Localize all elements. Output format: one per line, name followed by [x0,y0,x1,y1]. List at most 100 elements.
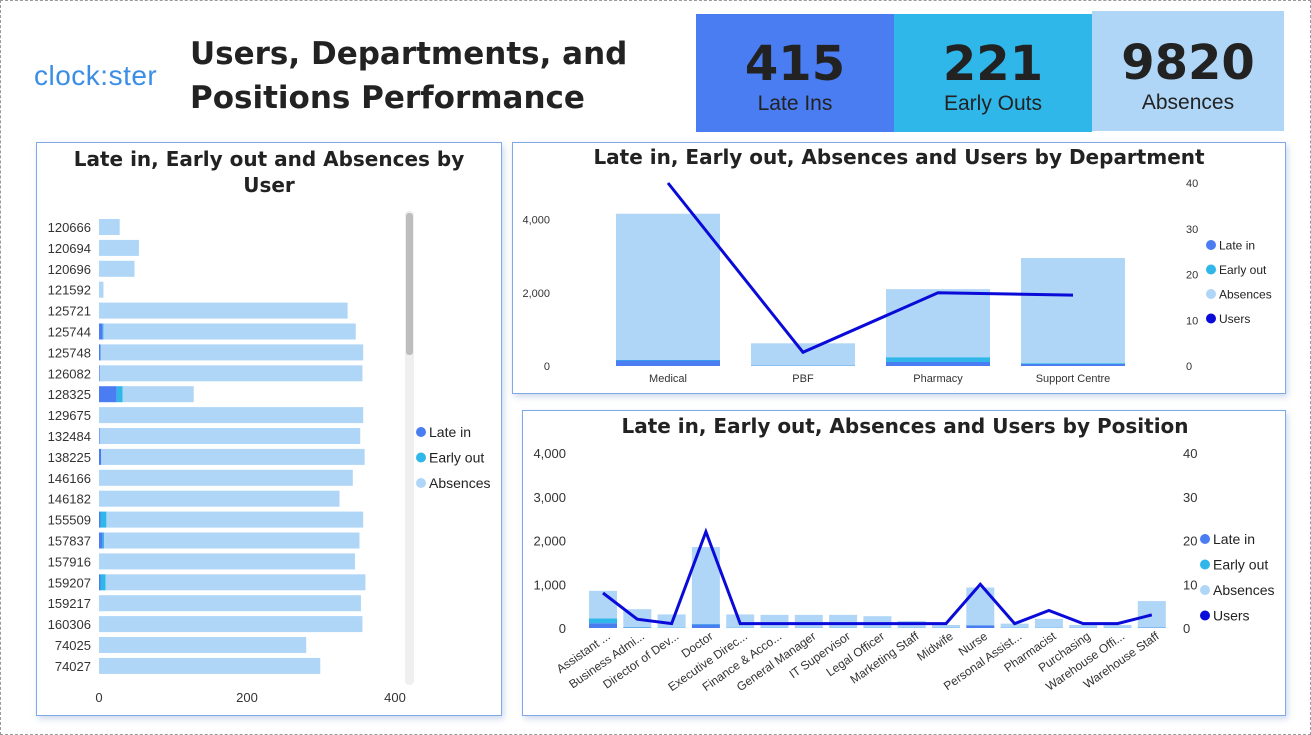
position-y2-tick-label: 20 [1183,534,1197,549]
user-bar-absences [99,239,139,256]
user-chart-scrollbar-thumb[interactable] [406,213,413,355]
department-bar-early-out [1021,363,1125,364]
page-title-line2: Positions Performance [190,80,585,116]
user-category-label: 120694 [48,241,91,256]
legend-label-absences: Absences [1213,582,1274,598]
user-bar-absences [122,386,194,403]
legend-marker-late_in [1200,534,1210,544]
kpi-absences-label: Absences [1141,91,1235,114]
legend-marker-late_in [416,427,426,437]
user-bar-absences [99,407,364,424]
user-x-tick-label: 400 [384,690,406,705]
position-y-tick-label: 4,000 [533,446,566,461]
user-bar-absences [99,260,135,277]
department-category-label: Pharmacy [913,373,963,385]
position-bar-late-in [691,624,720,628]
user-bar-late-in [99,365,100,382]
position-users-line [602,527,1153,626]
user-x-tick-label: 200 [236,690,258,705]
legend-marker-users [1206,313,1216,324]
legend-label-absences: Absences [429,475,490,491]
user-bar-late-in [99,511,101,528]
user-bar-late-in [99,386,117,403]
kpi-early-outs-label: Early Outs [943,92,1043,115]
department-category-label: PBF [792,373,814,385]
legend-label-late_in: Late in [429,424,471,440]
position-category-label: Midwife [914,629,956,664]
position-bar-absences [863,616,892,628]
user-bar-absences [99,595,361,612]
position-bar-absences [932,624,960,628]
user-bar-absences [99,219,120,235]
page-title-line1: Users, Departments, and [190,36,628,72]
department-bar-late-in [886,361,990,366]
user-category-label: 121592 [48,283,91,298]
department-chart-svg: Late in, Early out, Absences and Users b… [522,145,1272,385]
position-bar-absences [1034,618,1063,628]
position-bar-late-in [589,623,617,628]
legend-label-early_out: Early out [1213,557,1268,573]
user-bar-absences [99,616,363,633]
department-bar-absences [886,289,990,358]
user-bar-early-out [100,511,107,528]
user-category-label: 120696 [48,262,91,277]
department-chart-panel: Late in, Early out, Absences and Users b… [512,142,1286,394]
department-bar-late-in [1021,363,1125,366]
position-bar-absences [760,614,789,628]
user-bar-absences [103,323,356,340]
user-category-label: 125748 [48,345,91,360]
department-y2-tick-label: 0 [1186,361,1192,373]
position-y-tick-label: 3,000 [533,490,566,505]
user-bar-early-out [102,323,104,340]
legend-label-late_in: Late in [1213,531,1255,547]
user-bar-absences [99,490,340,507]
user-chart-title-line2: User [243,173,295,197]
user-bar-absences [99,657,321,674]
legend-marker-users [1200,610,1210,621]
position-bar-late-in [966,625,995,628]
user-category-label: 157837 [48,534,91,549]
position-chart-svg: Late in, Early out, Absences and Users b… [533,414,1274,694]
department-bar-late-in [616,360,720,366]
user-category-label: 74027 [55,659,91,674]
user-bar-late-in [99,574,101,591]
user-bar-absences [99,553,356,570]
position-y-tick-label: 2,000 [533,534,566,549]
position-y2-tick-label: 10 [1183,577,1197,592]
position-bar-absences [1103,624,1132,628]
department-users-line [666,182,1074,355]
user-chart-title-line1: Late in, Early out and Absences by [74,147,465,171]
legend-label-absences: Absences [1219,287,1272,301]
user-bar-absences [106,511,364,528]
kpi-late-ins-label: Late Ins [757,92,833,115]
position-y2-tick-label: 0 [1183,621,1190,636]
user-category-label: 125744 [48,325,91,340]
kpi-late-ins-value: 415 [744,36,846,92]
legend-marker-early_out [1200,559,1210,570]
user-category-label: 159207 [48,575,91,590]
kpi-absences-card: 9820 Absences [1092,11,1284,131]
user-chart-svg: Late in, Early out and Absences byUser 12… [48,147,491,705]
user-bar-late-in [99,323,103,340]
department-bar-absences [751,343,855,366]
user-chart-panel: Late in, Early out and Absences by User 12… [36,142,502,716]
user-category-label: 128325 [48,387,91,402]
legend-marker-late_in [1206,240,1216,250]
kpi-early-outs-value: 221 [942,36,1044,92]
user-bar-absences [99,281,104,298]
department-bar-absences [1021,258,1125,364]
user-category-label: 138225 [48,450,91,465]
position-y-tick-label: 0 [559,621,566,636]
user-x-tick-label: 0 [95,690,102,705]
legend-label-users: Users [1213,608,1250,624]
user-category-label: 160306 [48,617,91,632]
legend-label-early_out: Early out [429,450,484,466]
clockster-logo: clock:ster [34,60,158,91]
legend-marker-absences [1200,585,1210,595]
position-bar-absences [589,590,617,619]
legend-label-late_in: Late in [1219,238,1255,252]
department-category-label: Support Centre [1036,373,1111,385]
user-category-label: 157916 [48,554,91,569]
department-y2-tick-label: 10 [1186,315,1198,327]
position-y-tick-label: 1,000 [533,577,566,592]
